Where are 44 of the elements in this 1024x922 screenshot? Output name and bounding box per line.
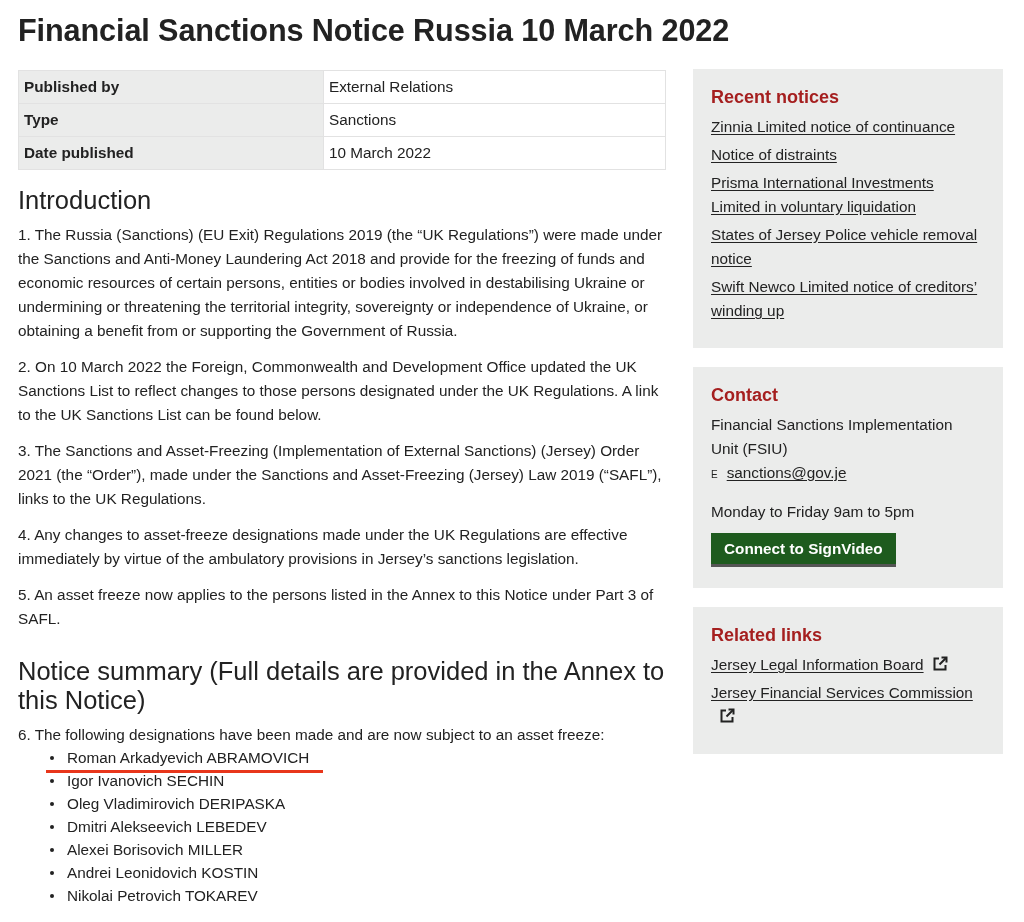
paragraph: 3. The Sanctions and Asset-Freezing (Implementation of External Sanctions) (Jersey) Order 2021 (the “Order”), made under the Sanctions and Asset-Freezing (Jersey) Law 2019 (“SAFL”), links to the UK Regulations.	[18, 441, 663, 509]
designated-person-name: Roman Arkadyevich ABRAMOVICH	[67, 748, 310, 768]
bullet-icon	[50, 778, 54, 783]
email-link[interactable]: sanctions@gov.je	[726, 461, 847, 485]
designated-person-name: Oleg Vladimirovich DERIPASKA	[67, 794, 286, 814]
panel-heading: Recent notices	[711, 86, 841, 108]
paragraph: 1. The Russia (Sanctions) (EU Exit) Regulations 2019 (the “UK Regulations”) were made under the Sanctions and Anti-Money Laundering Act 2018 and provide for the freezing of funds and economic resources of certain persons, entities or bodies involved in destabilising Ukraine or undermining or threatening the territorial integrity, sovereignty or independence of Ukraine, or obtaining a benefit from or supporting the Government of Russia.	[18, 225, 664, 341]
notice-link[interactable]: Swift Newco Limited notice of creditors’ winding up	[711, 275, 979, 323]
notice-link[interactable]: States of Jersey Police vehicle removal notice	[711, 223, 979, 271]
table-cell: 10 March 2022	[323, 136, 666, 170]
table-cell: External Relations	[323, 70, 666, 104]
email-label: E	[711, 468, 718, 482]
table-cell: Sanctions	[323, 103, 666, 137]
bullet-icon	[50, 801, 54, 806]
signvideo-button[interactable]: Connect to SignVideo	[711, 533, 896, 567]
opening-hours: Monday to Friday 9am to 5pm	[711, 502, 916, 522]
table-header-cell: Date published	[18, 136, 324, 170]
notice-link[interactable]: Prisma International Investments Limited in voluntary liquidation	[711, 171, 979, 219]
paragraph: 2. On 10 March 2022 the Foreign, Commonwealth and Development Office updated the UK Sanctions List to reflect changes to those persons designated under the UK Regulations. A link to the UK Sanctions List can be found below.	[18, 357, 660, 425]
table-header-cell: Type	[18, 103, 324, 137]
page-title: Financial Sanctions Notice Russia 10 March 2022	[18, 12, 731, 49]
paragraph: 5. An asset freeze now applies to the persons listed in the Annex to this Notice under Part 3 of SAFL.	[18, 585, 655, 629]
bullet-icon	[50, 870, 54, 875]
designated-person-name: Andrei Leonidovich KOSTIN	[67, 863, 259, 883]
bullet-icon	[50, 755, 54, 760]
designated-person-name: Nikolai Petrovich TOKAREV	[67, 886, 258, 906]
contact-unit: Financial Sanctions Implementation Unit (FSIU)	[711, 415, 954, 459]
designated-person-name: Dmitri Alekseevich LEBEDEV	[67, 817, 267, 837]
bullet-icon	[50, 893, 54, 898]
panel-heading: Related links	[711, 624, 824, 646]
section-heading: Notice summary (Full details are provided in the Annex to this Notice)	[18, 657, 666, 715]
designated-person-name: Igor Ivanovich SECHIN	[67, 771, 225, 791]
paragraph: 6. The following designations have been made and are now subject to an asset freeze:	[18, 725, 606, 745]
panel-heading: Contact	[711, 384, 779, 406]
table-header-cell: Published by	[18, 70, 324, 104]
notice-link[interactable]: Notice of distraints	[711, 143, 837, 167]
bullet-icon	[50, 847, 54, 852]
section-heading: Introduction	[18, 186, 153, 215]
designated-person-name: Alexei Borisovich MILLER	[67, 840, 243, 860]
related-link[interactable]: Jersey Legal Information Board	[711, 653, 948, 677]
notice-link[interactable]: Zinnia Limited notice of continuance	[711, 115, 956, 139]
related-link[interactable]: Jersey Financial Services Commission	[711, 681, 979, 729]
bullet-icon	[50, 824, 54, 829]
paragraph: 4. Any changes to asset-freeze designations made under the UK Regulations are effective immediately by virtue of the ambulatory provisions in Jersey’s sanctions legislation.	[18, 525, 629, 569]
